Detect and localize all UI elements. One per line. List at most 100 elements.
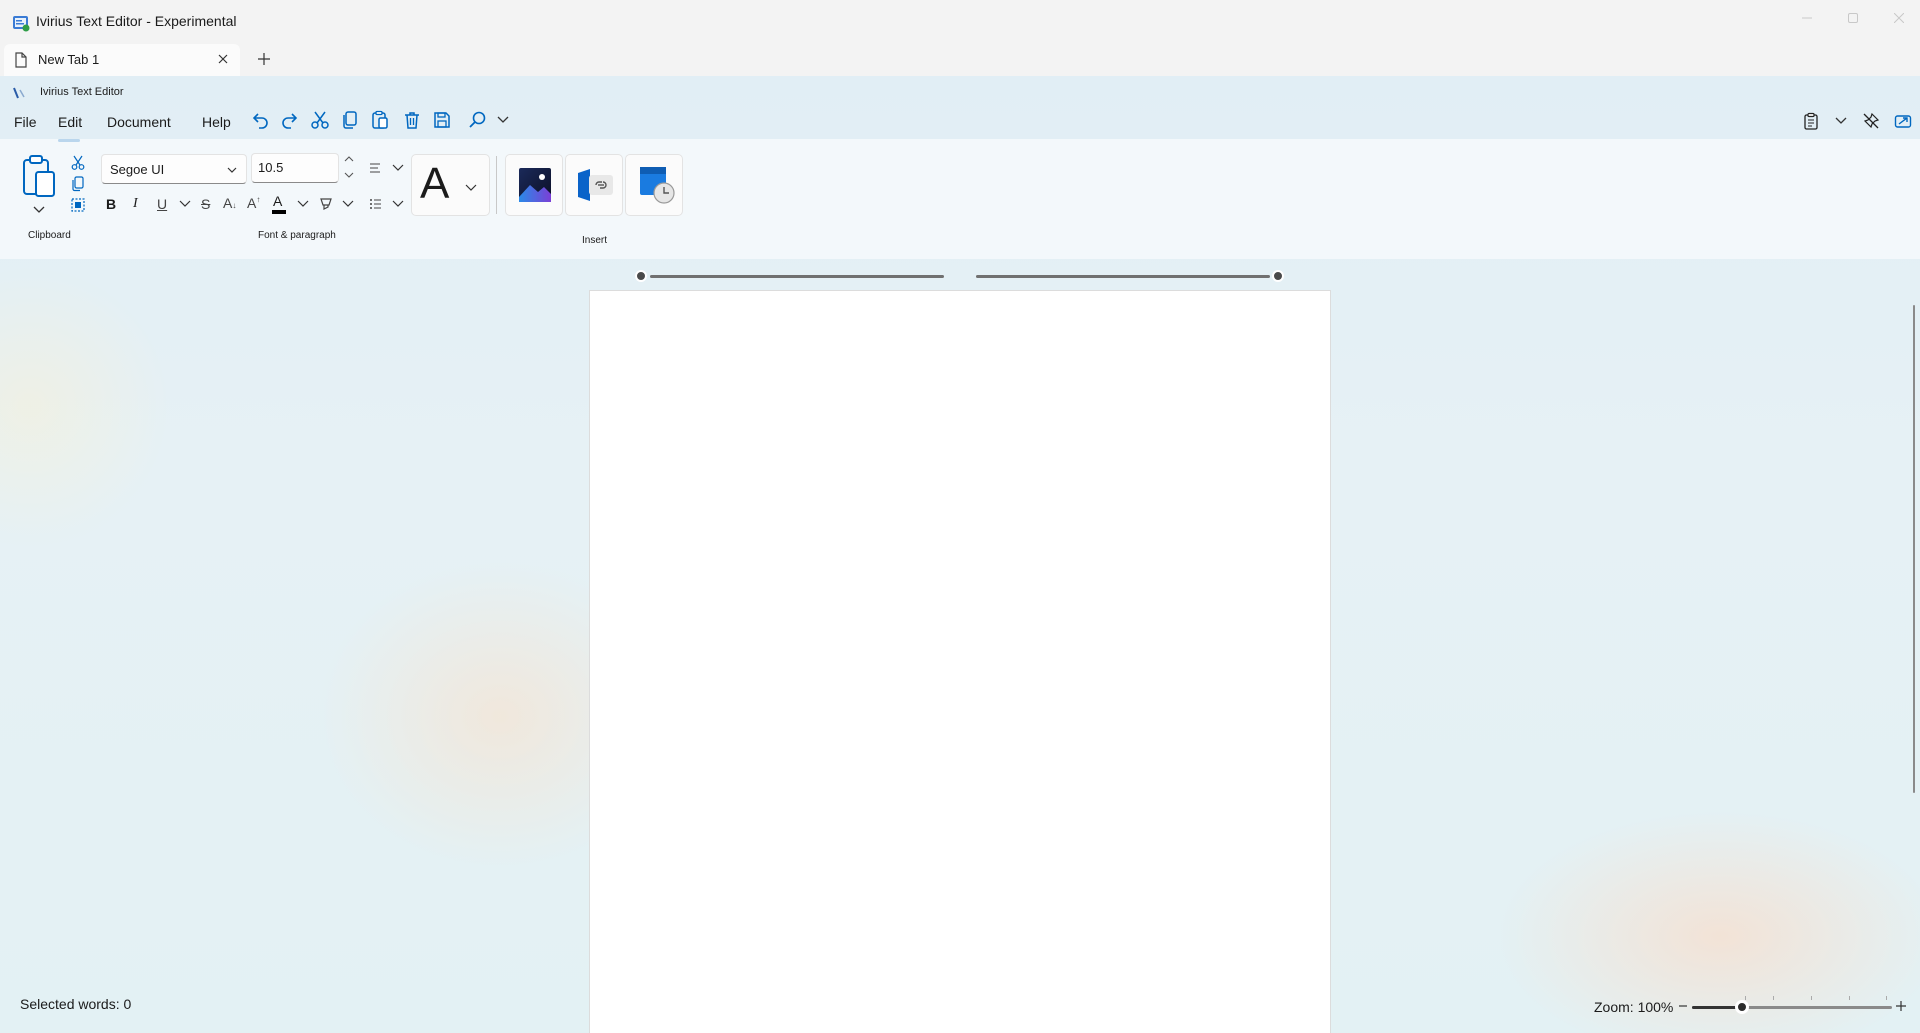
save-button[interactable] [432, 110, 452, 130]
paste-options-button[interactable] [32, 205, 46, 215]
menu-file[interactable]: File [14, 114, 37, 130]
save-icon [434, 112, 450, 128]
font-size-increase-button[interactable] [343, 154, 355, 164]
brand-title: Ivirius Text Editor [40, 86, 124, 98]
image-icon [519, 168, 551, 202]
zoom-tick [1773, 996, 1774, 1000]
tab-new-tab-1[interactable]: New Tab 1 [4, 44, 240, 76]
copy-button[interactable] [340, 110, 360, 130]
subscript-mark: ↓ [232, 201, 237, 210]
document-icon [14, 52, 28, 68]
font-size-decrease-button[interactable] [343, 170, 355, 180]
strikethrough-button[interactable]: S [201, 196, 210, 212]
clipboard-options-button[interactable] [1834, 115, 1848, 127]
clipboard-group-label: Clipboard [28, 230, 71, 241]
find-button[interactable] [468, 110, 488, 130]
menu-document[interactable]: Document [107, 114, 171, 130]
tab-strip [0, 44, 1920, 76]
underline-button[interactable]: U [157, 196, 167, 212]
menu-help[interactable]: Help [202, 114, 231, 130]
zoom-slider-thumb[interactable] [1735, 1000, 1749, 1014]
ribbon-separator [496, 156, 497, 214]
ruler-right-track [976, 275, 1270, 278]
unpin-ribbon-button[interactable] [1862, 112, 1880, 130]
align-left-icon [370, 163, 380, 173]
copy-icon [343, 111, 357, 129]
close-button[interactable] [1876, 0, 1920, 36]
font-family-select[interactable]: Segoe UI [101, 154, 247, 184]
right-margin-handle[interactable] [1272, 270, 1284, 282]
chevron-down-icon [1835, 117, 1847, 124]
copy-icon [72, 176, 84, 192]
vertical-scrollbar[interactable] [1913, 305, 1915, 793]
font-color-glyph: A [273, 193, 283, 209]
insert-date-time-button[interactable] [625, 154, 683, 216]
chevron-down-icon [33, 206, 45, 213]
zoom-tick [1849, 996, 1850, 1000]
chevron-down-icon [227, 167, 237, 173]
paste-button[interactable] [370, 110, 390, 130]
ribbon-cut-button[interactable] [71, 155, 85, 171]
insert-link-button[interactable] [565, 154, 623, 216]
subscript-button[interactable]: A↓ [223, 195, 236, 211]
find-options-button[interactable] [496, 114, 510, 126]
selected-words-count: Selected words: 0 [20, 996, 132, 1012]
left-margin-handle[interactable] [635, 270, 647, 282]
paste-icon [372, 110, 388, 129]
window-title: Ivirius Text Editor - Experimental [36, 13, 237, 29]
tab-label: New Tab 1 [38, 52, 100, 67]
clipboard-icon [1804, 112, 1818, 130]
select-all-button[interactable] [71, 198, 85, 212]
italic-button[interactable]: I [133, 196, 138, 212]
zoom-tick [1811, 996, 1812, 1000]
list-options-button[interactable] [391, 199, 405, 209]
alignment-options-button[interactable] [391, 163, 405, 173]
zoom-out-button[interactable] [1678, 1000, 1688, 1012]
redo-button[interactable] [280, 110, 300, 130]
add-tab-button[interactable] [256, 51, 272, 67]
app-logo-icon [12, 14, 30, 32]
clipboard-history-button[interactable] [1802, 112, 1820, 130]
tab-close-button[interactable] [216, 52, 230, 66]
subscript-glyph: A [223, 195, 233, 211]
maximize-button[interactable] [1830, 0, 1876, 36]
zoom-slider-track[interactable] [1692, 1006, 1892, 1009]
superscript-button[interactable]: A↑ [247, 195, 260, 211]
font-size-input[interactable]: 10.5 [251, 153, 339, 183]
undo-icon [252, 113, 268, 129]
styles-button[interactable]: A [411, 154, 490, 216]
delete-icon [405, 112, 419, 129]
font-size-value: 10.5 [258, 160, 284, 175]
font-family-value: Segoe UI [110, 162, 165, 177]
chevron-down-icon [497, 116, 509, 123]
menu-edit[interactable]: Edit [58, 114, 82, 130]
insert-image-button[interactable] [505, 154, 563, 216]
cut-button[interactable] [310, 110, 330, 130]
ruler-left-track [650, 275, 944, 278]
chevron-down-icon [179, 200, 191, 207]
font-color-options-button[interactable] [296, 199, 310, 209]
title-bar [0, 0, 1920, 44]
minimize-icon [1802, 17, 1812, 19]
ribbon-copy-button[interactable] [71, 176, 85, 192]
document-page[interactable] [589, 290, 1331, 1033]
underline-options-button[interactable] [178, 199, 192, 209]
pin-off-icon [1863, 112, 1880, 129]
plus-icon [258, 53, 270, 65]
chevron-down-icon [344, 172, 354, 178]
paste-large-button[interactable] [20, 154, 60, 202]
minimize-button[interactable] [1784, 0, 1830, 36]
compact-mode-button[interactable] [1894, 112, 1912, 130]
alignment-button[interactable] [369, 162, 383, 174]
list-button[interactable] [369, 198, 383, 210]
redo-icon [282, 113, 298, 129]
undo-button[interactable] [250, 110, 270, 130]
highlight-button[interactable] [318, 196, 334, 212]
bold-button[interactable]: B [106, 196, 116, 212]
delete-button[interactable] [402, 110, 422, 130]
highlight-options-button[interactable] [341, 199, 355, 209]
link-icon [578, 169, 613, 201]
chevron-down-icon [392, 164, 404, 171]
zoom-in-button[interactable] [1895, 1000, 1907, 1012]
compact-mode-icon [1894, 115, 1912, 128]
